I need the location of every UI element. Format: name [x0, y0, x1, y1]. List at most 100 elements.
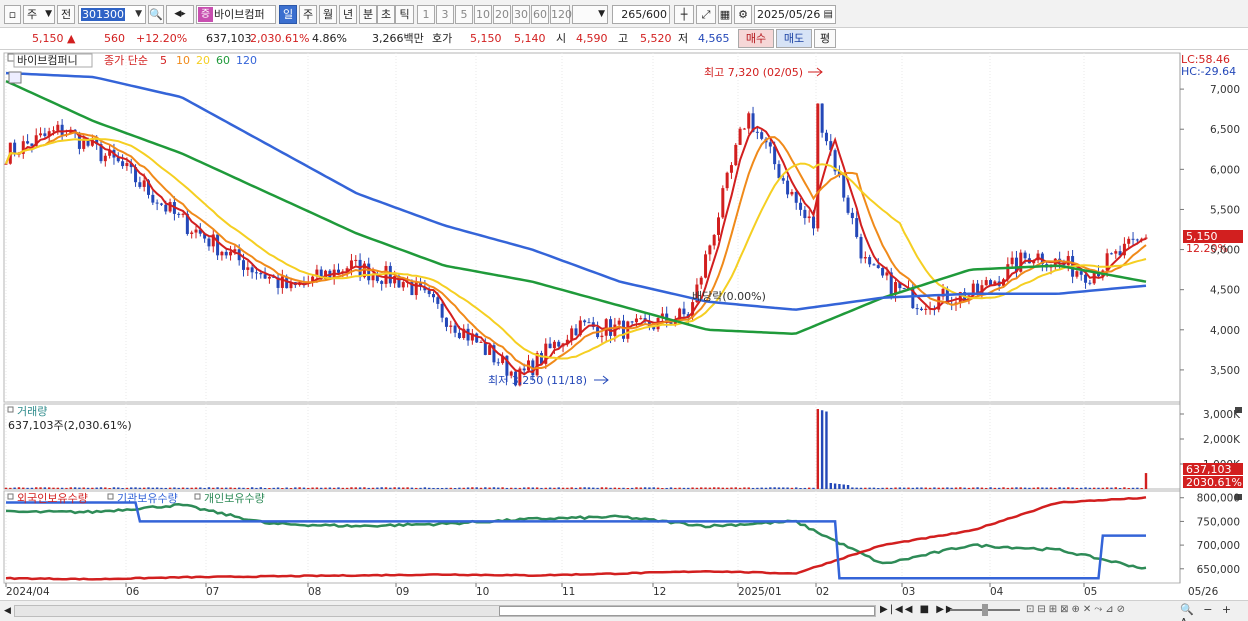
volume-bar — [890, 487, 893, 489]
candle-body — [142, 180, 146, 187]
scroll-thumb[interactable] — [499, 606, 875, 616]
candle-body — [337, 269, 340, 273]
period-tick[interactable]: 틱 — [395, 5, 414, 24]
count-field[interactable]: 265/600 — [612, 5, 670, 24]
interval-60[interactable]: 60 — [531, 5, 549, 24]
volume-pct-badge-text: 2030.61% — [1186, 476, 1242, 489]
volume-bar — [65, 487, 68, 489]
chevron-down-icon: ▼ — [45, 9, 52, 19]
period-minute[interactable]: 분 — [359, 5, 377, 24]
price-change: 560 — [104, 32, 125, 45]
candle-body — [1023, 252, 1027, 259]
candle-body — [246, 267, 250, 270]
candle-body — [803, 209, 807, 219]
high-price: 5,520 — [640, 32, 672, 45]
sell-button[interactable]: 매도 — [776, 29, 812, 48]
volume-bar — [199, 487, 202, 489]
zoom-icons[interactable]: 🔍 − + A — [1180, 603, 1248, 621]
search-icon[interactable]: 🔍 — [148, 5, 164, 24]
volume-bar — [976, 487, 979, 489]
volume-bar — [946, 487, 949, 489]
market-label: 주 — [27, 8, 38, 21]
playback-controls-icon[interactable]: ▶|◀◀ ■ ▶▶ — [880, 604, 956, 615]
table-icon[interactable] — [8, 71, 22, 84]
hc-value: HC:-29.64 — [1181, 65, 1236, 78]
scroll-left-icon[interactable]: ◀ — [4, 605, 12, 617]
candle-body — [1131, 238, 1135, 240]
legend-name: 바이브컴퍼니 — [17, 54, 78, 67]
stock-name-field[interactable]: 증 바이브컴퍼 — [196, 5, 276, 24]
count-value: 265 — [621, 8, 643, 21]
prev-button[interactable]: 전 — [57, 5, 75, 24]
candle-body — [812, 216, 815, 229]
volume-bar — [1019, 487, 1022, 489]
volume-bar — [108, 487, 111, 489]
period-year[interactable]: 년 — [339, 5, 357, 24]
volume-bar — [78, 487, 81, 489]
interval-1[interactable]: 1 — [417, 5, 435, 24]
candle-body — [43, 133, 47, 136]
open-price: 4,590 — [576, 32, 608, 45]
market-select[interactable]: 주 ▼ — [23, 5, 55, 24]
period-month[interactable]: 월 — [319, 5, 337, 24]
volume-bar — [432, 487, 435, 489]
volume-bar — [665, 487, 668, 489]
volume-title: 거래량 — [17, 405, 47, 418]
period-second[interactable]: 초 — [377, 5, 395, 24]
volume-bar — [907, 487, 910, 489]
code-input[interactable]: 301300 ▼ — [78, 5, 146, 24]
interval-30[interactable]: 30 — [512, 5, 530, 24]
volume-bar — [173, 487, 176, 489]
price-tick-label: 5,500 — [1210, 204, 1240, 216]
volume-bar — [531, 487, 535, 489]
volume-bar — [1088, 487, 1092, 489]
candle-body — [768, 142, 772, 147]
scroll-track[interactable] — [14, 605, 876, 617]
period-week[interactable]: 주 — [299, 5, 317, 24]
period-day[interactable]: 일 — [279, 5, 297, 24]
draw-tool-icon[interactable]: ⤢ — [696, 5, 716, 24]
zoom-handle[interactable] — [982, 604, 988, 616]
buy-button[interactable]: 매수 — [738, 29, 774, 48]
date-field[interactable]: 2025/05/26 ▤ — [754, 5, 836, 24]
eval-button[interactable]: 평 — [814, 29, 836, 48]
candle-body — [224, 251, 228, 256]
volume-bar — [341, 487, 345, 489]
candle-body — [449, 325, 453, 327]
interval-20[interactable]: 20 — [493, 5, 511, 24]
volume-bar — [453, 487, 457, 489]
interval-5[interactable]: 5 — [455, 5, 473, 24]
prev-next-icon[interactable]: ◀▸ — [166, 5, 194, 24]
interval-3[interactable]: 3 — [436, 5, 454, 24]
candle-body — [587, 322, 591, 324]
tool-icons[interactable]: ⊡⊟⊞⊠⊕✕⤳⊿⊘ — [1026, 604, 1128, 615]
holding-legend-institution: 기관보유수량 — [117, 492, 178, 505]
volume-bar — [725, 487, 729, 489]
candle-body — [1084, 274, 1088, 283]
volume-bar — [557, 487, 560, 489]
low-annotation: 최저 3,250 (11/18) — [488, 374, 587, 387]
volume-bar — [760, 487, 763, 489]
interval-dropdown[interactable]: ▼ — [572, 5, 608, 24]
volume-bar — [708, 487, 712, 489]
current-price: 5,150 ▲ — [32, 32, 76, 45]
volume-bar — [402, 487, 405, 489]
chart-area[interactable]: 바이브컴퍼니 종가 단순 5 10 20 60 120 LC:58.46 HC:… — [0, 50, 1248, 600]
candle-body — [583, 320, 587, 323]
chart-type-icon[interactable]: ┼ — [674, 5, 694, 24]
volume-bar — [69, 487, 72, 489]
volume-bar — [449, 487, 452, 489]
interval-10[interactable]: 10 — [474, 5, 492, 24]
grid-icon[interactable]: ▦ — [718, 5, 732, 24]
gear-icon[interactable]: ⚙ — [734, 5, 752, 24]
candle-body — [151, 194, 155, 203]
legend-ma20: 20 — [196, 54, 210, 67]
candle-body — [13, 142, 17, 155]
volume-bar — [833, 483, 837, 489]
volume-bar — [639, 487, 642, 489]
volume-bar — [1058, 487, 1061, 489]
window-menu-icon[interactable]: ▫ — [4, 5, 21, 24]
volume-bar — [168, 487, 172, 489]
interval-120[interactable]: 120 — [550, 5, 572, 24]
candle-body — [522, 368, 526, 371]
